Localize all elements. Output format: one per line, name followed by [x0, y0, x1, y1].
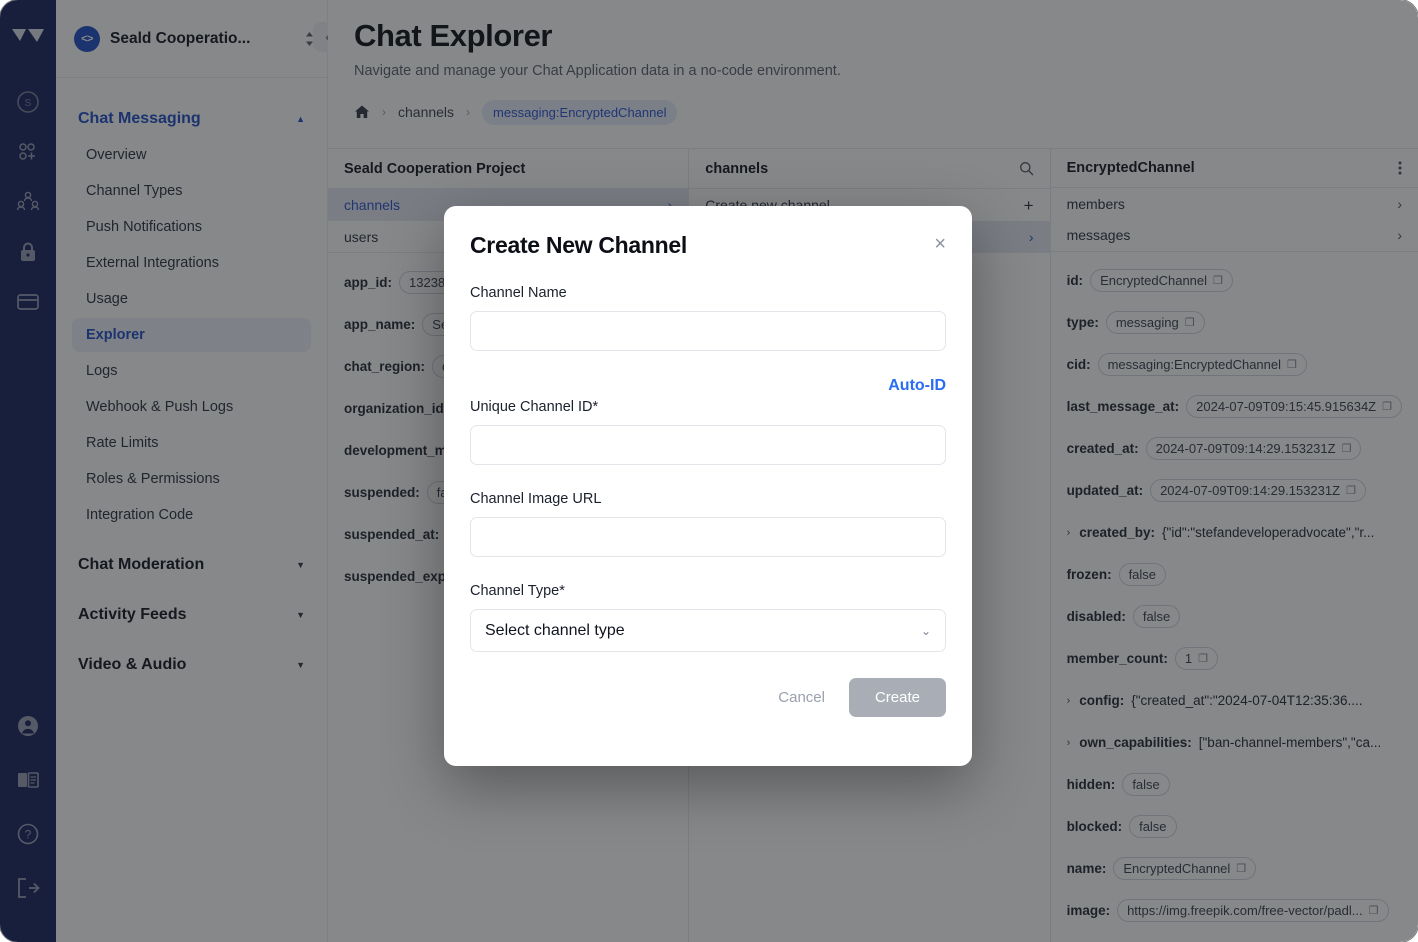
channel-type-select[interactable]: Select channel type ⌄: [470, 609, 946, 652]
modal-title: Create New Channel: [470, 232, 687, 259]
field-channel-name: Channel Name: [470, 285, 946, 351]
close-icon[interactable]: ×: [934, 234, 946, 254]
chevron-down-icon: ⌄: [921, 624, 931, 638]
field-label: Channel Image URL: [470, 491, 946, 507]
modal-header: Create New Channel ×: [470, 232, 946, 259]
auto-id-row: Auto-ID: [470, 377, 946, 395]
field-label: Channel Name: [470, 285, 946, 301]
channel-type-selected-value: Select channel type: [485, 622, 625, 640]
app-window: S ?: [0, 0, 1418, 942]
unique-channel-id-input[interactable]: [470, 425, 946, 465]
create-channel-modal: Create New Channel × Channel Name Auto-I…: [444, 206, 972, 766]
field-unique-channel-id: Auto-ID Unique Channel ID*: [470, 377, 946, 465]
modal-actions: Cancel Create: [470, 678, 946, 717]
field-channel-type: Channel Type* Select channel type ⌄: [470, 583, 946, 652]
field-label: Unique Channel ID*: [470, 399, 946, 415]
channel-name-input[interactable]: [470, 311, 946, 351]
cancel-button[interactable]: Cancel: [764, 679, 839, 716]
auto-id-button[interactable]: Auto-ID: [888, 377, 946, 395]
field-channel-image-url: Channel Image URL: [470, 491, 946, 557]
field-label: Channel Type*: [470, 583, 946, 599]
create-button[interactable]: Create: [849, 678, 946, 717]
channel-image-url-input[interactable]: [470, 517, 946, 557]
